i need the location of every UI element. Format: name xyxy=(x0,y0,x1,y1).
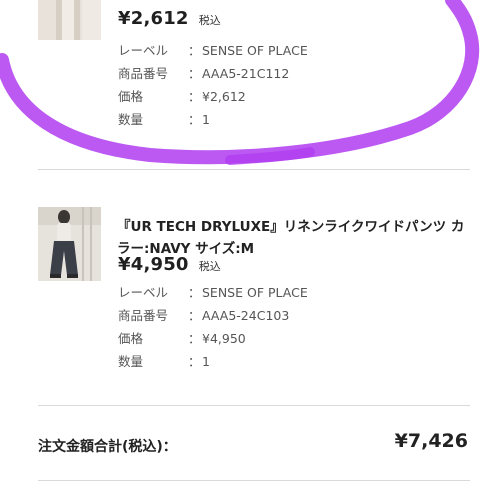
detail-separator: ： xyxy=(188,285,201,300)
order-item-1: ¥2,612 税込 レーベル ：SENSE OF PLACE 商品番号 ：AAA5-… xyxy=(0,0,498,160)
detail-value: 1 xyxy=(202,112,210,127)
price-row-2: ¥4,950 税込 xyxy=(118,254,221,275)
item-divider-2 xyxy=(38,405,470,406)
detail-value: 1 xyxy=(202,354,210,369)
detail-key: 商品番号 xyxy=(118,66,169,81)
product-photo-dress xyxy=(38,0,101,40)
product-image-2[interactable] xyxy=(38,207,101,281)
detail-separator: ： xyxy=(188,308,201,323)
detail-key: レーベル xyxy=(118,285,169,300)
detail-key: 数量 xyxy=(118,354,144,369)
order-item-2: 『UR TECH DRYLUXE』リネンライクワイドパンツ カラー:NAVY サ… xyxy=(0,170,498,410)
tax-included-note: 税込 xyxy=(198,14,221,27)
detail-separator: ： xyxy=(188,66,201,81)
detail-product-number: 商品番号 ：AAA5-21C112 xyxy=(118,64,289,84)
detail-quantity: 数量 ：1 xyxy=(118,110,210,130)
order-total-label: 注文金額合計(税込)： xyxy=(38,439,177,455)
product-photo-pants xyxy=(38,207,101,281)
detail-value: AAA5-21C112 xyxy=(202,66,290,81)
detail-key: 価格 xyxy=(118,331,144,346)
product-image-1[interactable] xyxy=(38,0,101,40)
detail-separator: ： xyxy=(188,354,201,369)
order-total-value: ¥7,426 xyxy=(394,430,468,452)
detail-product-number: 商品番号 ：AAA5-24C103 xyxy=(118,306,289,326)
tax-included-note: 税込 xyxy=(198,260,221,273)
item-price: ¥4,950 xyxy=(118,254,189,275)
price-row-1: ¥2,612 税込 xyxy=(118,8,221,29)
detail-value: ¥4,950 xyxy=(202,331,246,346)
detail-value: ¥2,612 xyxy=(202,89,246,104)
bottom-divider xyxy=(38,480,470,481)
detail-label-brand: レーベル ：SENSE OF PLACE xyxy=(118,41,308,61)
detail-separator: ： xyxy=(188,112,201,127)
detail-separator: ： xyxy=(188,43,201,58)
detail-price: 価格 ：¥2,612 xyxy=(118,87,246,107)
detail-value: SENSE OF PLACE xyxy=(202,43,308,58)
item-price: ¥2,612 xyxy=(118,8,189,29)
detail-label-brand: レーベル ：SENSE OF PLACE xyxy=(118,283,308,303)
detail-separator: ： xyxy=(188,331,201,346)
detail-key: 数量 xyxy=(118,112,144,127)
detail-quantity: 数量 ：1 xyxy=(118,352,210,372)
detail-value: SENSE OF PLACE xyxy=(202,285,308,300)
detail-price: 価格 ：¥4,950 xyxy=(118,329,246,349)
detail-value: AAA5-24C103 xyxy=(202,308,290,323)
detail-key: 商品番号 xyxy=(118,308,169,323)
detail-key: 価格 xyxy=(118,89,144,104)
detail-key: レーベル xyxy=(118,43,169,58)
detail-separator: ： xyxy=(188,89,201,104)
